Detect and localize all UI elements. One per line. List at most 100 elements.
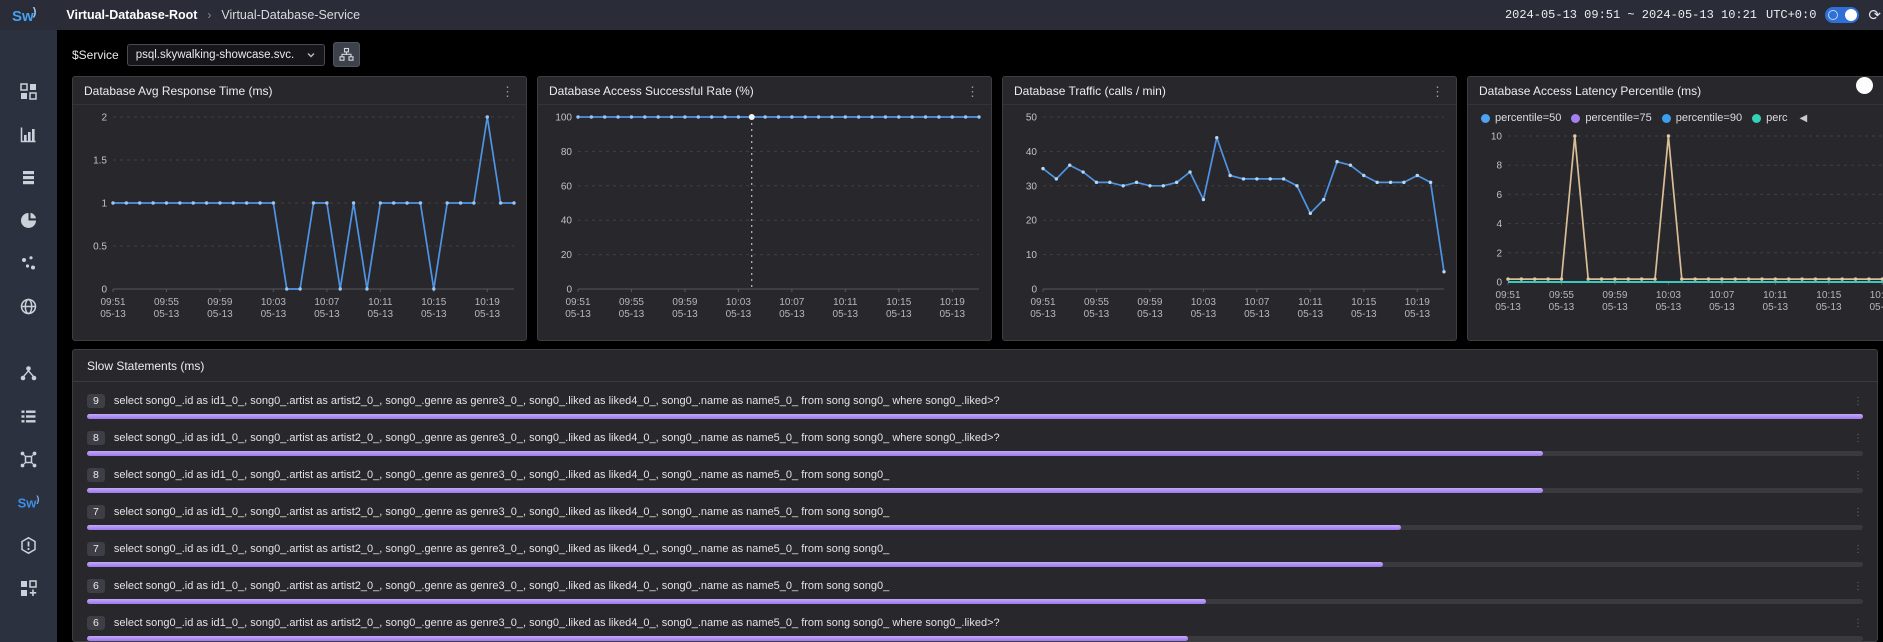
latency-badge: 8 [87,431,105,445]
timezone-label: UTC+0:0 [1766,8,1816,22]
svg-text:10:1505-13: 10:1505-13 [1816,290,1842,313]
sql-statement-text: select song0_.id as id1_0_, song0_.artis… [114,395,1844,407]
latency-bar-fill [87,562,1383,567]
chart-avg-response-time[interactable]: 21.510.5009:5105-1309:5505-1309:5905-131… [73,105,526,335]
sidebar-item-pie-chart[interactable] [0,199,57,242]
svg-text:0.5: 0.5 [93,242,107,253]
kebab-menu-icon[interactable]: ⋮ [1853,433,1863,444]
auto-refresh-toggle[interactable] [1825,7,1859,23]
svg-text:09:5905-13: 09:5905-13 [1602,290,1628,313]
slow-statement-row[interactable]: 7select song0_.id as id1_0_, song0_.arti… [87,504,1863,530]
latency-bar-track [87,599,1863,604]
slow-statement-row[interactable]: 6select song0_.id as id1_0_, song0_.arti… [87,615,1863,641]
breadcrumb-separator-icon: › [207,8,211,22]
svg-text:09:5905-13: 09:5905-13 [672,297,698,320]
skywalking-dashboard: Sw) Virtual-Database-Root › Virtual-Data… [0,0,1883,642]
svg-text:40: 40 [1026,147,1038,158]
sidebar-item-scatter[interactable] [0,242,57,285]
svg-text:10:1905-13: 10:1905-13 [1869,290,1883,313]
svg-text:1: 1 [101,199,107,210]
globe-icon [19,297,38,316]
sidebar-item-list[interactable] [0,395,57,438]
sidebar-item-alert[interactable] [0,524,57,567]
sql-statement-text: select song0_.id as id1_0_, song0_.artis… [114,469,1844,481]
latency-bar-track [87,451,1863,456]
sidebar-item-grid-plus[interactable] [0,567,57,610]
service-topology-button[interactable] [333,42,360,67]
kebab-menu-icon[interactable]: ⋮ [1853,507,1863,518]
svg-text:09:5505-13: 09:5505-13 [154,297,180,320]
svg-text:10: 10 [1491,132,1503,143]
service-select[interactable]: psql.skywalking-showcase.svc. [127,44,326,66]
svg-text:09:5105-13: 09:5105-13 [100,297,126,320]
kebab-menu-icon[interactable]: ⋮ [1853,470,1863,481]
latency-bar-fill [87,488,1543,493]
svg-text:20: 20 [1026,216,1038,227]
svg-text:10:0705-13: 10:0705-13 [779,297,805,320]
kebab-menu-icon[interactable]: ⋮ [1853,581,1863,592]
svg-text:10:1105-13: 10:1105-13 [833,297,859,320]
svg-text:09:5505-13: 09:5505-13 [1549,290,1575,313]
refresh-icon[interactable]: ⟳ [1868,8,1881,23]
legend-item[interactable]: percentile=75 [1571,112,1651,124]
svg-text:09:5105-13: 09:5105-13 [565,297,591,320]
breadcrumb-service[interactable]: Virtual-Database-Service [221,8,360,22]
latency-badge: 9 [87,394,105,408]
svg-text:10: 10 [1026,250,1038,261]
sidebar-item-bar-chart[interactable] [0,113,57,156]
chart-success-rate[interactable]: 10080604020009:5105-1309:5505-1309:5905-… [538,105,991,335]
skywalking-logo-icon[interactable]: Sw) [12,6,36,25]
svg-text:10:1105-13: 10:1105-13 [1298,297,1324,320]
sidebar-item-topology[interactable] [0,352,57,395]
time-range-picker[interactable]: 2024-05-13 09:51 ~ 2024-05-13 10:21 [1505,8,1757,22]
svg-text:10:0305-13: 10:0305-13 [726,297,752,320]
chart-latency-percentile[interactable]: 108642009:5105-1309:5505-1309:5905-1310:… [1468,124,1883,328]
legend-dot-icon [1662,114,1671,123]
chart-traffic[interactable]: 5040302010009:5105-1309:5505-1309:5905-1… [1003,105,1456,335]
slow-statement-row[interactable]: 6select song0_.id as id1_0_, song0_.arti… [87,578,1863,604]
slow-statement-row[interactable]: 9 select song0_.id as id1_0_, song0_.arti… [87,393,1863,419]
sidebar-item-skywalking[interactable]: Sw) [0,481,57,524]
panel-title-success-rate: Database Access Successful Rate (%) [549,84,754,98]
sidebar-item-network[interactable] [0,438,57,481]
svg-text:80: 80 [561,147,573,158]
topbar-right: 2024-05-13 09:51 ~ 2024-05-13 10:21 UTC+… [1505,7,1871,23]
skywalking-icon: Sw) [18,494,40,510]
clock-icon [1828,10,1838,20]
slow-statement-row[interactable]: 7select song0_.id as id1_0_, song0_.arti… [87,541,1863,567]
kebab-menu-icon[interactable]: ⋮ [964,85,981,98]
slow-statement-row[interactable]: 8select song0_.id as id1_0_, song0_.arti… [87,430,1863,456]
topology-icon [19,364,38,383]
panel-header: Database Avg Response Time (ms) ⋮ [73,77,526,105]
legend-scroll-left-icon[interactable]: ◀ [1799,113,1807,124]
legend-item[interactable]: perc [1752,112,1787,124]
top-bar: Sw) Virtual-Database-Root › Virtual-Data… [0,0,1883,30]
latency-badge: 7 [87,542,105,556]
latency-bar-track [87,636,1863,641]
kebab-menu-icon[interactable]: ⋮ [1429,85,1446,98]
legend-item[interactable]: percentile=50 [1481,112,1561,124]
bar-chart-icon [19,125,38,144]
sidebar-item-globe[interactable] [0,285,57,328]
kebab-menu-icon[interactable]: ⋮ [1853,544,1863,555]
panel-traffic: Database Traffic (calls / min)⋮504030201… [1002,76,1457,341]
panel-title-latency-percentile: Database Access Latency Percentile (ms) [1479,84,1701,98]
latency-badge: 7 [87,505,105,519]
svg-text:09:5505-13: 09:5505-13 [1084,297,1110,320]
slow-statements-panel: Slow Statements (ms) 9select song0_.id a… [72,349,1878,642]
kebab-menu-icon[interactable]: ⋮ [499,85,516,98]
panel-title-avg-response-time: Database Avg Response Time (ms) [84,84,273,98]
breadcrumb-root[interactable]: Virtual-Database-Root [66,8,197,22]
sidebar-item-grid[interactable] [0,70,57,113]
kebab-menu-icon[interactable]: ⋮ [1853,396,1863,407]
svg-text:09:5105-13: 09:5105-13 [1495,290,1521,313]
svg-text:30: 30 [1026,181,1038,192]
latency-badge: 6 [87,579,105,593]
sidebar-item-database[interactable] [0,156,57,199]
kebab-menu-icon[interactable]: ⋮ [1853,618,1863,629]
slow-statement-row[interactable]: 8select song0_.id as id1_0_, song0_.arti… [87,467,1863,493]
panel-header: Database Access Successful Rate (%) ⋮ [538,77,991,105]
filter-toggle-knob[interactable] [1856,77,1873,94]
legend-item[interactable]: percentile=90 [1662,112,1742,124]
svg-text:10:1105-13: 10:1105-13 [1763,290,1789,313]
